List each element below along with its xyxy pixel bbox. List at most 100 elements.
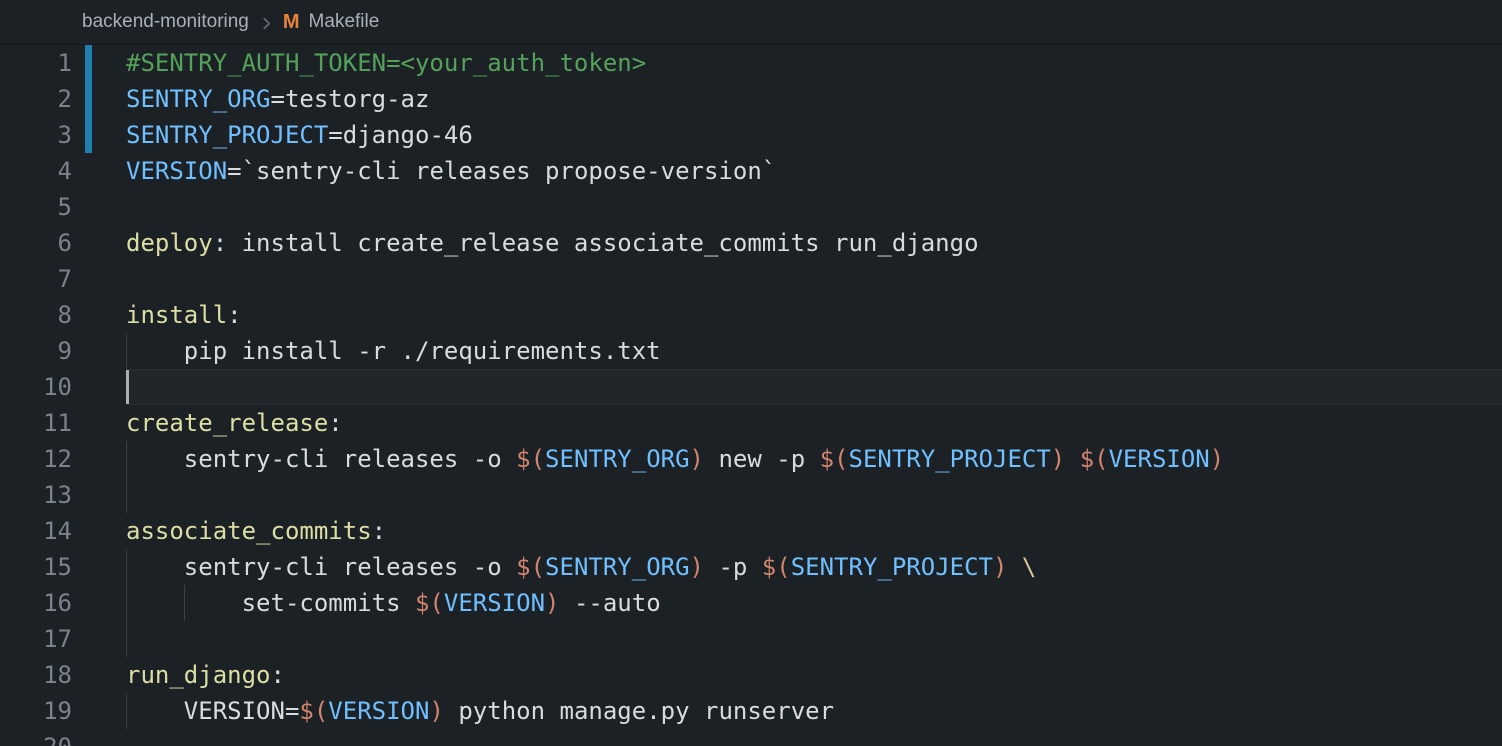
gutter[interactable]: 3: [0, 117, 126, 153]
line-number: 6: [0, 225, 72, 261]
modified-lines-indicator: [85, 117, 92, 153]
token-interp: $(: [415, 589, 444, 617]
token-interp: $(: [762, 553, 791, 581]
gutter[interactable]: 10: [0, 369, 126, 405]
token-interp: $(: [516, 445, 545, 473]
code-line-2[interactable]: 2SENTRY_ORG=testorg-az: [0, 81, 1502, 117]
indent-guide: [126, 549, 127, 585]
code-content: SENTRY_ORG=testorg-az: [126, 81, 1502, 117]
line-number: 15: [0, 549, 72, 585]
code-line-13[interactable]: 13: [0, 477, 1502, 513]
token-target: run_django: [126, 661, 271, 689]
code-line-18[interactable]: 18run_django:: [0, 657, 1502, 693]
token-text: VERSION=: [126, 697, 299, 725]
indent-guide: [184, 585, 185, 621]
line-number: 13: [0, 477, 72, 513]
token-variable: SENTRY_PROJECT: [791, 553, 993, 581]
code-lines: 1#SENTRY_AUTH_TOKEN=<your_auth_token>2SE…: [0, 45, 1502, 746]
token-interp: $(: [299, 697, 328, 725]
breadcrumb-folder[interactable]: backend-monitoring: [82, 11, 249, 33]
token-text: new -p: [704, 445, 820, 473]
code-line-19[interactable]: 19 VERSION=$(VERSION) python manage.py r…: [0, 693, 1502, 729]
gutter[interactable]: 16: [0, 585, 126, 621]
token-target: create_release: [126, 409, 328, 437]
gutter[interactable]: 14: [0, 513, 126, 549]
code-line-3[interactable]: 3SENTRY_PROJECT=django-46: [0, 117, 1502, 153]
code-line-10[interactable]: 10: [0, 369, 1502, 405]
gutter[interactable]: 11: [0, 405, 126, 441]
gutter[interactable]: 1: [0, 45, 126, 81]
gutter[interactable]: 20: [0, 729, 126, 746]
token-text: sentry-cli releases -o: [126, 445, 516, 473]
line-number: 10: [0, 369, 72, 405]
code-line-6[interactable]: 6deploy: install create_release associat…: [0, 225, 1502, 261]
code-line-1[interactable]: 1 #SENTRY_AUTH_TOKEN=<your_auth_token>: [0, 45, 1502, 81]
code-content: [126, 369, 1502, 405]
code-content: install:: [126, 297, 1502, 333]
line-number: 16: [0, 585, 72, 621]
code-editor-window: backend-monitoring M Makefile 1#SENTRY_A…: [0, 0, 1502, 746]
token-target: associate_commits: [126, 517, 372, 545]
code-line-4[interactable]: 4VERSION=`sentry-cli releases propose-ve…: [0, 153, 1502, 189]
code-line-17[interactable]: 17: [0, 621, 1502, 657]
line-number: 14: [0, 513, 72, 549]
editor-pane[interactable]: 1#SENTRY_AUTH_TOKEN=<your_auth_token>2SE…: [0, 45, 1502, 746]
token-text: python manage.py runserver: [444, 697, 834, 725]
code-line-9[interactable]: 9 pip install -r ./requirements.txt: [0, 333, 1502, 369]
code-line-7[interactable]: 7: [0, 261, 1502, 297]
token-target: deploy: [126, 229, 213, 257]
token-interp: $(: [820, 445, 849, 473]
line-number: 17: [0, 621, 72, 657]
code-line-12[interactable]: 12 sentry-cli releases -o $(SENTRY_ORG) …: [0, 441, 1502, 477]
token-text: --auto: [560, 589, 661, 617]
line-number: 11: [0, 405, 72, 441]
gutter[interactable]: 5: [0, 189, 126, 225]
indent-guide: [126, 333, 127, 369]
code-content: #SENTRY_AUTH_TOKEN=<your_auth_token>: [126, 45, 1502, 81]
token-variable: SENTRY_PROJECT: [126, 121, 328, 149]
line-number: 20: [0, 729, 72, 746]
code-content: pip install -r ./requirements.txt: [126, 333, 1502, 369]
code-content: [126, 477, 1502, 513]
token-text: =testorg-az: [271, 85, 430, 113]
code-content: [126, 189, 1502, 225]
breadcrumb-file[interactable]: Makefile: [309, 11, 380, 33]
code-line-5[interactable]: 5: [0, 189, 1502, 225]
modified-lines-indicator: [85, 81, 92, 117]
token-text: sentry-cli releases -o: [126, 553, 516, 581]
gutter[interactable]: 12: [0, 441, 126, 477]
code-line-20[interactable]: 20: [0, 729, 1502, 746]
gutter[interactable]: 2: [0, 81, 126, 117]
gutter[interactable]: 6: [0, 225, 126, 261]
code-line-8[interactable]: 8 install:: [0, 297, 1502, 333]
gutter[interactable]: 17: [0, 621, 126, 657]
token-interp: ): [545, 589, 559, 617]
gutter[interactable]: 9: [0, 333, 126, 369]
token-variable: VERSION: [126, 157, 227, 185]
code-line-15[interactable]: 15 sentry-cli releases -o $(SENTRY_ORG) …: [0, 549, 1502, 585]
line-number: 8: [0, 297, 72, 333]
gutter[interactable]: 13: [0, 477, 126, 513]
gutter[interactable]: 18: [0, 657, 126, 693]
line-number: 1: [0, 45, 72, 81]
code-content: sentry-cli releases -o $(SENTRY_ORG) new…: [126, 441, 1502, 477]
code-line-16[interactable]: 16 set-commits $(VERSION) --auto: [0, 585, 1502, 621]
gutter[interactable]: 7: [0, 261, 126, 297]
token-target: install: [126, 301, 227, 329]
code-line-11[interactable]: 11 create_release:: [0, 405, 1502, 441]
gutter[interactable]: 8: [0, 297, 126, 333]
token-text: :: [372, 517, 386, 545]
code-content: create_release:: [126, 405, 1502, 441]
token-text: =`sentry-cli releases propose-version`: [227, 157, 776, 185]
indent-guide: [126, 477, 127, 513]
token-text: [1065, 445, 1079, 473]
gutter[interactable]: 19: [0, 693, 126, 729]
code-line-14[interactable]: 14 associate_commits:: [0, 513, 1502, 549]
gutter[interactable]: 15: [0, 549, 126, 585]
indent-guide: [126, 621, 127, 657]
line-number: 12: [0, 441, 72, 477]
code-content: set-commits $(VERSION) --auto: [126, 585, 1502, 621]
text-cursor: [126, 370, 129, 404]
token-text: -p: [704, 553, 762, 581]
gutter[interactable]: 4: [0, 153, 126, 189]
